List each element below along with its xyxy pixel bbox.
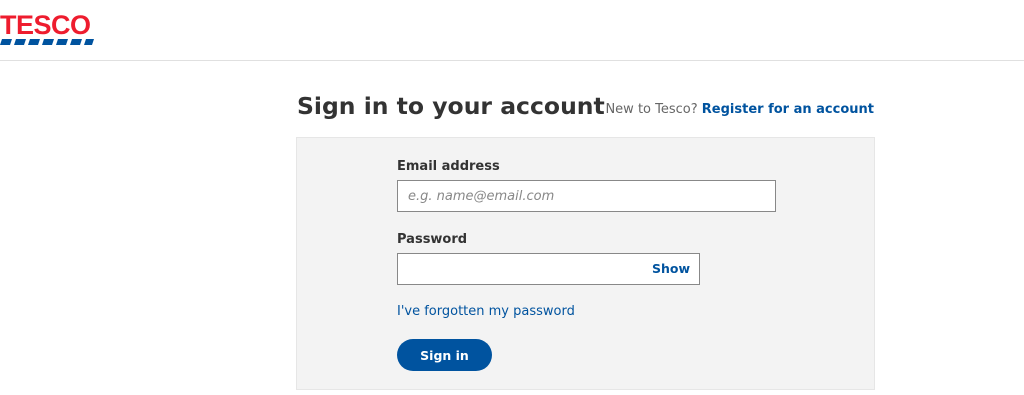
register-link[interactable]: Register for an account xyxy=(702,102,874,117)
tesco-logo[interactable]: TESCO xyxy=(0,12,96,46)
password-input[interactable] xyxy=(398,254,638,284)
forgot-password-link[interactable]: I've forgotten my password xyxy=(397,304,575,319)
logo-stripes-icon xyxy=(0,39,94,45)
sign-in-button[interactable]: Sign in xyxy=(397,339,492,371)
register-prompt-text: New to Tesco? xyxy=(605,102,698,117)
logo-wordmark: TESCO xyxy=(0,10,91,40)
site-header: TESCO xyxy=(0,0,1024,61)
register-prompt: New to Tesco? Register for an account xyxy=(605,102,874,117)
page-title: Sign in to your account xyxy=(297,92,605,120)
show-password-button[interactable]: Show xyxy=(652,261,690,276)
email-label: Email address xyxy=(397,159,500,174)
signin-form-panel: Email address Password Show I've forgott… xyxy=(296,137,875,390)
password-field: Show xyxy=(397,253,700,285)
password-label: Password xyxy=(397,232,468,247)
email-input[interactable] xyxy=(397,180,776,212)
